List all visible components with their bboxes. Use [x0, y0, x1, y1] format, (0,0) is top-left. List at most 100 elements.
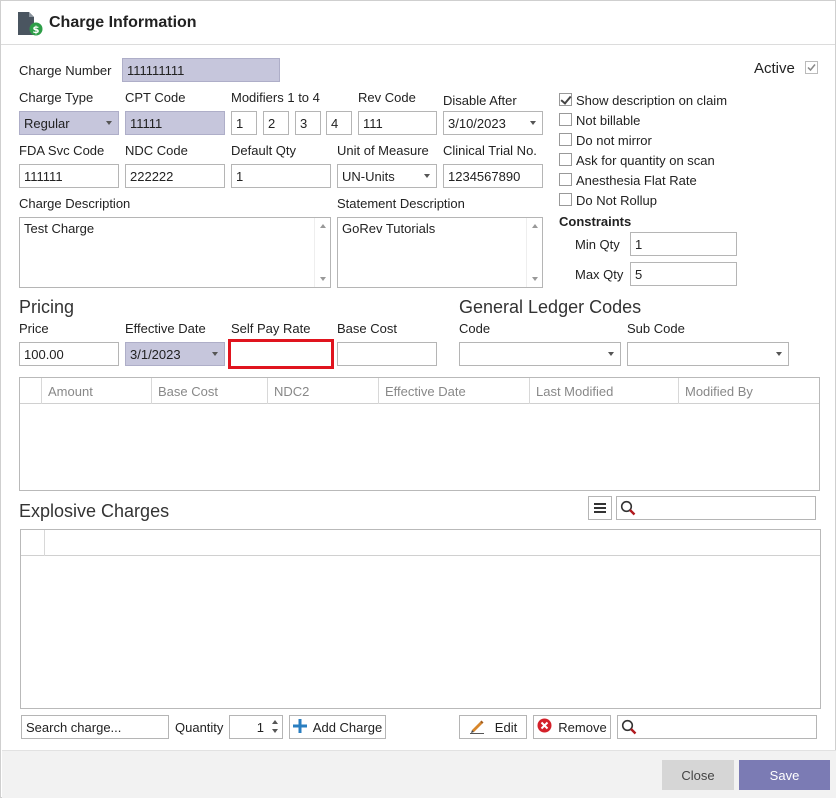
price-field[interactable]: 100.00: [19, 342, 119, 366]
do-not-rollup-label: Do Not Rollup: [576, 193, 657, 208]
scroll-up-icon: [320, 224, 326, 228]
disable-after-date-picker[interactable]: 3/10/2023: [443, 111, 543, 135]
gl-code-label: Code: [459, 321, 491, 336]
chevron-down-icon: [212, 352, 218, 356]
chevron-down-icon: [106, 121, 112, 125]
ask-quantity-checkbox[interactable]: [559, 153, 572, 166]
disable-after-value: 3/10/2023: [448, 116, 506, 131]
pricing-grid: Amount Base Cost NDC2 Effective Date Las…: [19, 377, 820, 491]
statement-description-label: Statement Description: [337, 196, 465, 211]
min-qty-label: Min Qty: [575, 237, 620, 252]
add-charge-label: Add Charge: [312, 719, 383, 735]
do-not-mirror-checkbox[interactable]: [559, 133, 572, 146]
statement-description-value: GoRev Tutorials: [342, 221, 436, 236]
edit-button[interactable]: Edit: [459, 715, 527, 739]
charge-description-value: Test Charge: [24, 221, 95, 236]
max-qty-field[interactable]: 5: [630, 262, 737, 286]
ndc-code-label: NDC Code: [125, 143, 188, 158]
gl-code-select[interactable]: [459, 342, 621, 366]
general-ledger-heading: General Ledger Codes: [459, 297, 642, 317]
unit-of-measure-select[interactable]: UN-Units: [337, 164, 437, 188]
default-qty-field[interactable]: 1: [231, 164, 331, 188]
price-label: Price: [19, 321, 49, 336]
statement-description-textarea[interactable]: GoRev Tutorials: [337, 217, 543, 288]
fda-svc-code-field[interactable]: 111111: [19, 164, 119, 188]
min-qty-field[interactable]: 1: [630, 232, 737, 256]
effective-date-label: Effective Date: [125, 321, 206, 336]
gl-sub-code-select[interactable]: [627, 342, 789, 366]
self-pay-rate-field[interactable]: [228, 339, 334, 369]
gl-sub-code-label: Sub Code: [627, 321, 685, 336]
modifier-1-field[interactable]: 1: [231, 111, 257, 135]
chevron-up-icon[interactable]: [272, 720, 278, 724]
charge-type-select[interactable]: Regular: [19, 111, 119, 135]
edit-label: Edit: [494, 719, 518, 735]
charge-document-icon: $: [17, 11, 43, 37]
charge-description-textarea[interactable]: Test Charge: [19, 217, 331, 288]
modifier-3-field[interactable]: 3: [295, 111, 321, 135]
base-cost-field[interactable]: [337, 342, 437, 366]
chevron-down-icon[interactable]: [272, 729, 278, 733]
chevron-down-icon: [424, 174, 430, 178]
column-header-amount[interactable]: Amount: [41, 378, 151, 404]
column-header-effective-date[interactable]: Effective Date: [378, 378, 529, 404]
column-header-modified-by[interactable]: Modified By: [678, 378, 819, 404]
scrollbar[interactable]: [314, 218, 330, 287]
explosive-grid-header: [21, 530, 820, 556]
default-qty-label: Default Qty: [231, 143, 297, 158]
hamburger-menu-icon: [594, 501, 606, 516]
not-billable-checkbox[interactable]: [559, 113, 572, 126]
close-button[interactable]: Close: [662, 760, 734, 790]
base-cost-label: Base Cost: [337, 321, 397, 336]
not-billable-label: Not billable: [576, 113, 641, 128]
ndc-code-field[interactable]: 222222: [125, 164, 225, 188]
modifier-2-field[interactable]: 2: [263, 111, 289, 135]
charge-number-field[interactable]: 111111111: [122, 58, 280, 82]
bottom-search-input[interactable]: [617, 715, 817, 739]
explosive-search-input[interactable]: [616, 496, 816, 520]
disable-after-label: Disable After: [443, 93, 517, 108]
save-button[interactable]: Save: [739, 760, 830, 790]
add-charge-button[interactable]: Add Charge: [289, 715, 386, 739]
constraints-heading: Constraints: [559, 214, 632, 229]
window-title: Charge Information: [49, 14, 197, 31]
plus-icon: [292, 718, 307, 736]
search-charge-input[interactable]: Search charge...: [21, 715, 169, 739]
pricing-grid-header: Amount Base Cost NDC2 Effective Date Las…: [20, 378, 819, 404]
scrollbar[interactable]: [526, 218, 542, 287]
unit-of-measure-label: Unit of Measure: [337, 143, 429, 158]
modifier-4-field[interactable]: 4: [326, 111, 352, 135]
remove-label: Remove: [558, 719, 607, 735]
active-checkbox[interactable]: [805, 61, 818, 74]
rev-code-field[interactable]: 111: [358, 111, 437, 135]
effective-date-picker[interactable]: 3/1/2023: [125, 342, 225, 366]
self-pay-rate-label: Self Pay Rate: [231, 321, 311, 336]
search-icon: [620, 500, 636, 519]
menu-button[interactable]: [588, 496, 612, 520]
title-bar: $ Charge Information: [1, 1, 835, 45]
quantity-label: Quantity: [175, 720, 224, 735]
anesthesia-flat-rate-checkbox[interactable]: [559, 173, 572, 186]
chevron-down-icon: [608, 352, 614, 356]
chevron-down-icon: [776, 352, 782, 356]
column-header: [44, 530, 820, 556]
charge-type-label: Charge Type: [19, 90, 94, 105]
footer-bar: Close Save: [2, 750, 836, 798]
column-header-base-cost[interactable]: Base Cost: [151, 378, 267, 404]
search-icon: [621, 719, 637, 738]
remove-button[interactable]: Remove: [533, 715, 611, 739]
charge-number-label: Charge Number: [19, 63, 112, 78]
do-not-rollup-checkbox[interactable]: [559, 193, 572, 206]
cpt-code-field[interactable]: 11111: [125, 111, 225, 135]
modifiers-label: Modifiers 1 to 4: [231, 90, 320, 105]
pencil-icon: [469, 718, 485, 737]
charge-description-label: Charge Description: [19, 196, 131, 211]
explosive-charges-heading: Explosive Charges: [19, 501, 170, 521]
column-header-last-modified[interactable]: Last Modified: [529, 378, 678, 404]
cpt-code-label: CPT Code: [125, 90, 186, 105]
charge-type-value: Regular: [24, 116, 70, 131]
quantity-stepper[interactable]: 1: [229, 715, 283, 739]
clinical-trial-field[interactable]: 1234567890: [443, 164, 543, 188]
column-header-ndc2[interactable]: NDC2: [267, 378, 378, 404]
show-description-checkbox[interactable]: [559, 93, 572, 106]
